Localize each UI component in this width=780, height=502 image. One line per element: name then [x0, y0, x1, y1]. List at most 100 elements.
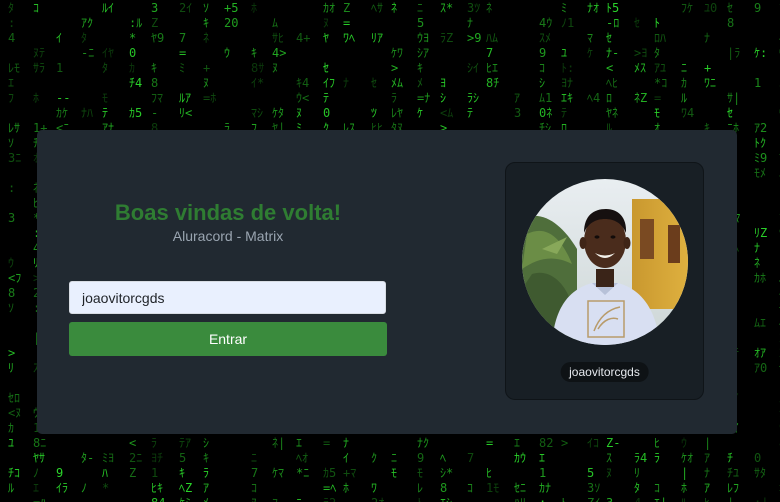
- rain-glyph: ﾆ: [417, 1, 423, 15]
- rain-glyph: ｽ*: [440, 1, 453, 15]
- rain-glyph: 8: [440, 481, 447, 495]
- rain-glyph: ﾚﾔ: [391, 106, 403, 120]
- rain-glyph: ﾋ: [654, 436, 660, 450]
- rain-glyph: ﾅｸ: [417, 436, 429, 450]
- rain-glyph: ｼ: [539, 76, 545, 90]
- rain-glyph: ｲﾌ: [323, 76, 335, 90]
- enter-button[interactable]: Entrar: [69, 322, 387, 356]
- rain-glyph: ﾙ: [681, 496, 687, 502]
- rain-glyph: ｹﾜ: [391, 46, 403, 60]
- rain-glyph: 84: [151, 496, 165, 502]
- rain-glyph: ﾕ: [561, 46, 567, 60]
- rain-glyph: ｲ: [343, 451, 349, 465]
- rain-glyph: 0: [323, 106, 330, 120]
- rain-glyph: *ｺ: [654, 76, 667, 90]
- rain-glyph: ﾓ: [391, 466, 397, 480]
- rain-glyph: *: [102, 481, 109, 495]
- rain-glyph: ﾁ: [727, 451, 733, 465]
- rain-glyph: ｱｸ: [81, 16, 93, 30]
- rain-glyph: ｳ: [681, 436, 687, 450]
- rain-glyph: ﾅ: [754, 241, 760, 255]
- rain-glyph: ﾀ: [634, 481, 640, 495]
- rain-glyph: ﾘ: [8, 361, 14, 375]
- rain-glyph: ｴｼ: [440, 496, 452, 502]
- rain-glyph: ﾘｱ: [371, 31, 383, 45]
- rain-glyph: 1: [539, 466, 546, 480]
- rain-glyph: 4+: [296, 31, 310, 45]
- rain-glyph: ﾄｸ: [754, 136, 766, 150]
- rain-glyph: 7: [467, 451, 474, 465]
- rain-glyph: =: [323, 436, 330, 450]
- rain-glyph: ﾚﾌ: [727, 481, 739, 495]
- rain-glyph: ﾙｲ: [102, 1, 114, 15]
- rain-glyph: ﾕ0: [704, 1, 717, 15]
- rain-glyph: ｶﾅ: [539, 481, 551, 495]
- rain-glyph: <ﾇ: [8, 406, 21, 420]
- rain-glyph: ﾍｵ: [296, 451, 308, 465]
- rain-glyph: ｷ: [251, 46, 257, 60]
- rain-glyph: ﾊ: [102, 466, 108, 480]
- rain-glyph: ﾏ: [587, 31, 593, 45]
- rain-glyph: ｽ: [606, 451, 612, 465]
- rain-glyph: ﾌﾏ: [151, 91, 163, 105]
- rain-glyph: 8ﾆ: [33, 436, 46, 450]
- rain-glyph: ﾀ: [654, 46, 660, 60]
- rain-glyph: ｷ: [203, 16, 209, 30]
- rain-glyph: ﾃ: [561, 106, 567, 120]
- rain-glyph: -ﾆ: [81, 46, 94, 60]
- rain-glyph: ｾ: [323, 61, 329, 75]
- rain-glyph: ﾜ4: [681, 106, 694, 120]
- rain-glyph: ﾘ<: [179, 106, 192, 120]
- rain-glyph: =: [179, 46, 186, 60]
- rain-glyph: Z: [151, 16, 158, 30]
- rain-glyph: ｹ:: [754, 46, 767, 60]
- rain-glyph: ｼ*: [440, 466, 453, 480]
- rain-glyph: -ﾛ: [606, 16, 619, 30]
- rain-glyph: ﾅ: [704, 31, 710, 45]
- rain-glyph: ﾍ: [440, 451, 446, 465]
- rain-glyph: ｼｱ: [417, 46, 429, 60]
- rain-glyph: ﾎ: [681, 481, 687, 495]
- rain-glyph: 4: [8, 31, 15, 45]
- rain-glyph: +5: [224, 1, 238, 15]
- rain-glyph: ﾋ: [704, 496, 710, 502]
- avatar: [522, 179, 688, 345]
- rain-glyph: ﾅﾊ: [81, 106, 93, 120]
- rain-glyph: ﾜ: [371, 481, 377, 495]
- rain-glyph: 0: [129, 46, 136, 60]
- rain-glyph: ｳ<: [296, 91, 309, 105]
- rain-glyph: ｹﾀ: [272, 106, 284, 120]
- rain-glyph: ﾗ: [654, 451, 660, 465]
- rain-glyph: ﾎ: [343, 481, 349, 495]
- rain-glyph: ｻﾋ: [272, 31, 284, 45]
- rain-glyph: ｽﾒ: [539, 31, 551, 45]
- rain-glyph: Z: [343, 1, 350, 15]
- rain-glyph: 7: [179, 31, 186, 45]
- rain-glyph: ﾄ5: [606, 1, 619, 15]
- rain-glyph: ﾎ: [33, 91, 39, 105]
- rain-glyph: :|: [754, 496, 768, 502]
- rain-glyph: ﾈ: [486, 1, 492, 15]
- rain-glyph: ﾈ|: [272, 436, 285, 450]
- rain-glyph: ｼ: [203, 436, 209, 450]
- rain-glyph: <: [129, 436, 136, 450]
- rain-glyph: ﾃ: [102, 106, 108, 120]
- rain-glyph: ｱﾕ: [654, 61, 666, 75]
- rain-glyph: ﾉ: [81, 481, 87, 495]
- rain-glyph: ﾍZ: [179, 481, 192, 495]
- rain-glyph: ﾌ: [272, 496, 278, 502]
- rain-glyph: ｱ: [704, 451, 710, 465]
- rain-glyph: 3ﾆ: [8, 151, 21, 165]
- rain-glyph: ｾ: [606, 31, 612, 45]
- rain-glyph: ﾑ1: [539, 91, 552, 105]
- rain-glyph: 8: [151, 76, 158, 90]
- username-input[interactable]: [69, 281, 386, 314]
- rain-glyph: ｶ5: [323, 466, 336, 480]
- rain-glyph: 1ﾓ: [486, 481, 499, 495]
- rain-glyph: ﾉ1: [561, 16, 574, 30]
- rain-glyph: ｾﾆ: [514, 481, 526, 495]
- rain-glyph: =ﾎ: [203, 91, 216, 105]
- rain-glyph: 2ｲ: [179, 1, 192, 15]
- rain-glyph: ﾄ: [654, 16, 660, 30]
- rain-glyph: ｲｺ: [587, 436, 599, 450]
